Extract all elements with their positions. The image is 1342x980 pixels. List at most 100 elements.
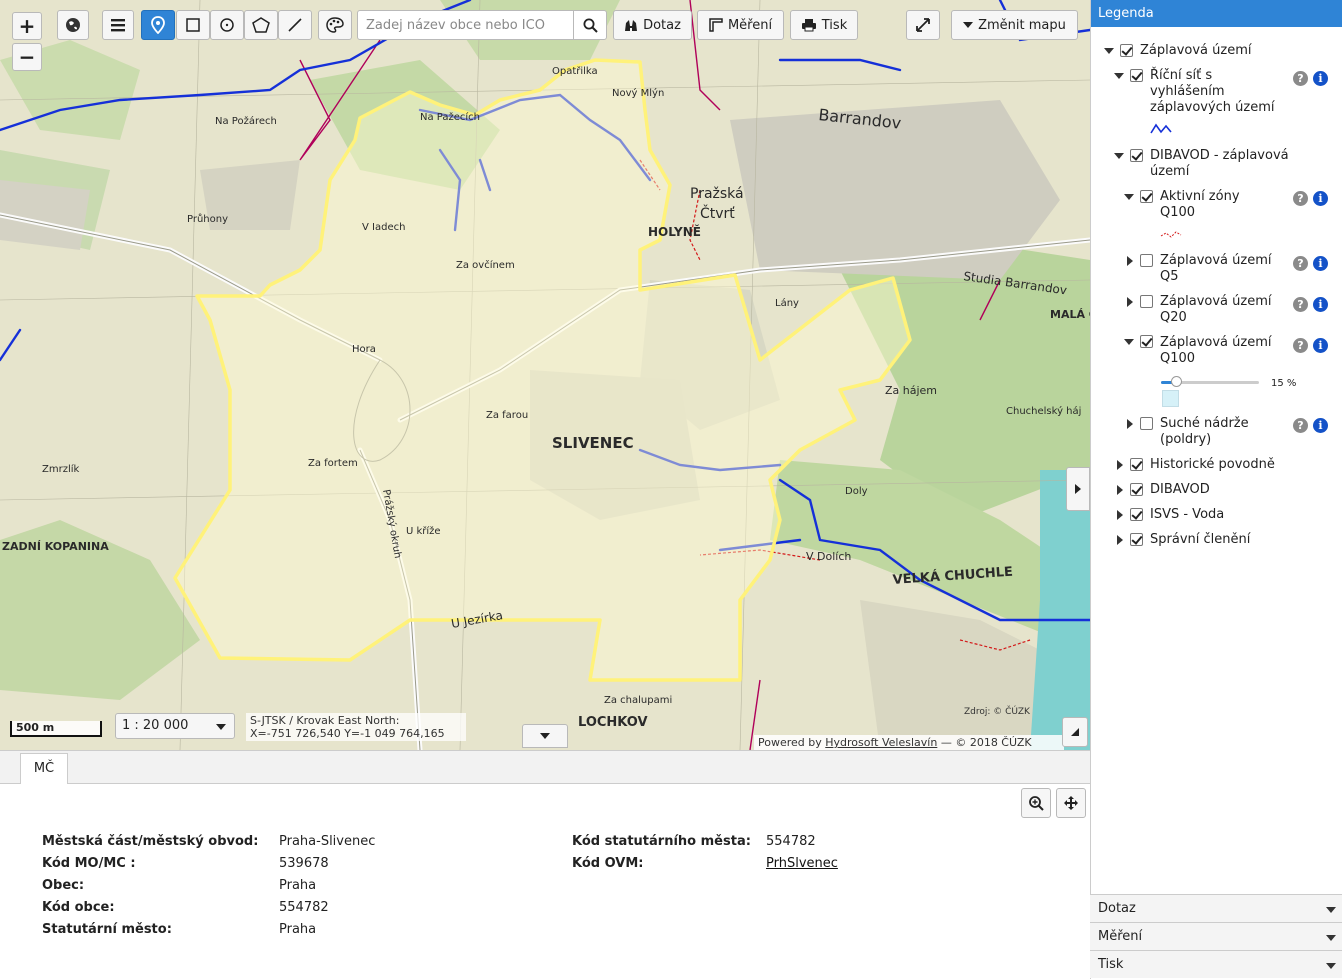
expand-toggle-icon[interactable] <box>1117 460 1123 470</box>
zoom-in-button[interactable]: + <box>12 12 42 40</box>
caret-down-icon <box>1326 963 1336 969</box>
expand-toggle-icon[interactable] <box>1124 194 1134 200</box>
caret-down-icon <box>216 724 226 730</box>
toggle-legend-button[interactable] <box>1066 467 1090 511</box>
attribute-key: Kód MO/MC : <box>42 856 136 871</box>
layer-label: Aktivní zóny Q100 <box>1160 189 1240 220</box>
corner-arrow-icon <box>1071 728 1079 736</box>
legend-title: Legenda <box>1091 0 1342 27</box>
svg-text:U kříže: U kříže <box>406 525 441 537</box>
expand-toggle-icon[interactable] <box>1114 73 1124 79</box>
help-icon[interactable]: ? <box>1293 418 1308 433</box>
layer-checkbox[interactable] <box>1130 483 1143 496</box>
svg-text:Za farou: Za farou <box>486 410 528 421</box>
expand-toggle-icon[interactable] <box>1117 485 1123 495</box>
help-icon[interactable]: ? <box>1293 338 1308 353</box>
help-icon[interactable]: ? <box>1293 191 1308 206</box>
change-map-button[interactable]: Změnit mapu <box>951 10 1078 40</box>
expand-toggle-icon[interactable] <box>1104 48 1114 54</box>
layer-checkbox[interactable] <box>1130 533 1143 546</box>
change-map-label: Změnit mapu <box>978 17 1066 33</box>
attribute-list-right: Kód statutárního města: 554782 Kód OVM: Pr… <box>572 831 838 875</box>
fullscreen-button[interactable] <box>906 10 940 40</box>
help-icon[interactable]: ? <box>1293 71 1308 86</box>
tab-mc[interactable]: MČ <box>20 753 68 784</box>
layer-checkbox[interactable] <box>1140 190 1153 203</box>
scale-value: 1 : 20 000 <box>122 718 189 733</box>
layer-checkbox[interactable] <box>1130 458 1143 471</box>
layer-label: Historické povodně <box>1150 457 1275 472</box>
expand-toggle-icon[interactable] <box>1117 510 1123 520</box>
attribute-list-left: Městská část/městský obvod: Praha-Slivene… <box>42 831 375 941</box>
move-icon <box>1064 796 1078 810</box>
rectangle-icon <box>186 18 200 32</box>
attribute-value: 539678 <box>279 856 329 871</box>
caret-down-icon <box>963 22 974 28</box>
circle-tool-button[interactable] <box>210 10 244 40</box>
info-icon[interactable]: i <box>1313 418 1328 433</box>
hamburger-icon <box>111 19 125 32</box>
info-icon[interactable]: i <box>1313 338 1328 353</box>
info-icon[interactable]: i <box>1313 191 1328 206</box>
svg-text:Na Požárech: Na Požárech <box>215 115 277 127</box>
expand-toggle-icon[interactable] <box>1127 419 1133 429</box>
info-icon[interactable]: i <box>1313 297 1328 312</box>
attribute-value: Praha <box>279 878 317 893</box>
layer-checkbox[interactable] <box>1130 508 1143 521</box>
accordion-mereni[interactable]: Měření <box>1090 922 1342 950</box>
svg-text:Lány: Lány <box>775 297 799 309</box>
layer-checkbox[interactable] <box>1130 69 1143 82</box>
attribute-value: 554782 <box>766 834 816 849</box>
svg-text:Za hájem: Za hájem <box>885 384 937 397</box>
svg-text:Pražská: Pražská <box>690 186 744 202</box>
expand-toggle-icon[interactable] <box>1114 153 1124 159</box>
menu-button[interactable] <box>102 10 134 40</box>
layer-checkbox[interactable] <box>1120 44 1133 57</box>
map-view[interactable]: Na Požárech Průhony Zmrzlík ZADNÍ KOPANI… <box>0 0 1090 750</box>
rectangle-tool-button[interactable] <box>176 10 210 40</box>
zoom-out-button[interactable]: − <box>12 43 42 71</box>
globe-button[interactable] <box>57 10 89 40</box>
layer-checkbox[interactable] <box>1130 149 1143 162</box>
attribute-key: Městská část/městský obvod: <box>42 834 259 849</box>
layer-checkbox[interactable] <box>1140 295 1153 308</box>
palette-icon <box>326 17 344 33</box>
expand-toggle-icon[interactable] <box>1127 297 1133 307</box>
pan-to-feature-button[interactable] <box>1056 788 1086 818</box>
measure-button[interactable]: Měření <box>697 10 784 40</box>
accordion-tisk[interactable]: Tisk <box>1090 950 1342 978</box>
query-button[interactable]: Dotaz <box>613 10 692 40</box>
zoom-to-feature-button[interactable] <box>1021 788 1051 818</box>
print-button[interactable]: Tisk <box>790 10 858 40</box>
ovm-code-link[interactable]: PrhSlvenec <box>766 853 838 875</box>
opacity-slider[interactable] <box>1161 376 1259 387</box>
layer-checkbox[interactable] <box>1140 254 1153 267</box>
polygon-tool-button[interactable] <box>244 10 278 40</box>
expand-toggle-icon[interactable] <box>1127 256 1133 266</box>
expand-toggle-icon[interactable] <box>1117 535 1123 545</box>
opacity-slider-knob[interactable] <box>1170 376 1182 387</box>
info-icon[interactable]: i <box>1313 71 1328 86</box>
palette-button[interactable] <box>318 10 352 40</box>
layer-checkbox[interactable] <box>1140 335 1153 348</box>
layer-label: Záplavová území Q5 <box>1160 253 1272 284</box>
expand-toggle-icon[interactable] <box>1124 339 1134 345</box>
accordion-dotaz[interactable]: Dotaz <box>1090 894 1342 922</box>
map-canvas[interactable]: Na Požárech Průhony Zmrzlík ZADNÍ KOPANI… <box>0 0 1090 750</box>
info-icon[interactable]: i <box>1313 256 1328 271</box>
attribute-row: Městská část/městský obvod: Praha-Slivene… <box>42 831 375 853</box>
river-symbol-icon <box>1150 123 1172 134</box>
line-tool-button[interactable] <box>278 10 312 40</box>
search-button[interactable] <box>573 11 606 39</box>
attribute-key: Kód statutárního města: <box>572 834 751 849</box>
scale-select[interactable]: 1 : 20 000 <box>115 713 235 739</box>
help-icon[interactable]: ? <box>1293 256 1308 271</box>
layer-checkbox[interactable] <box>1140 417 1153 430</box>
info-tabbar: MČ <box>0 751 1090 784</box>
attribution-link[interactable]: Hydrosoft Veleslavín <box>825 736 937 749</box>
toggle-info-panel-button[interactable] <box>522 724 568 748</box>
help-icon[interactable]: ? <box>1293 297 1308 312</box>
point-tool-button[interactable] <box>141 10 175 40</box>
search-input[interactable] <box>358 11 573 39</box>
overview-map-button[interactable] <box>1062 717 1088 747</box>
